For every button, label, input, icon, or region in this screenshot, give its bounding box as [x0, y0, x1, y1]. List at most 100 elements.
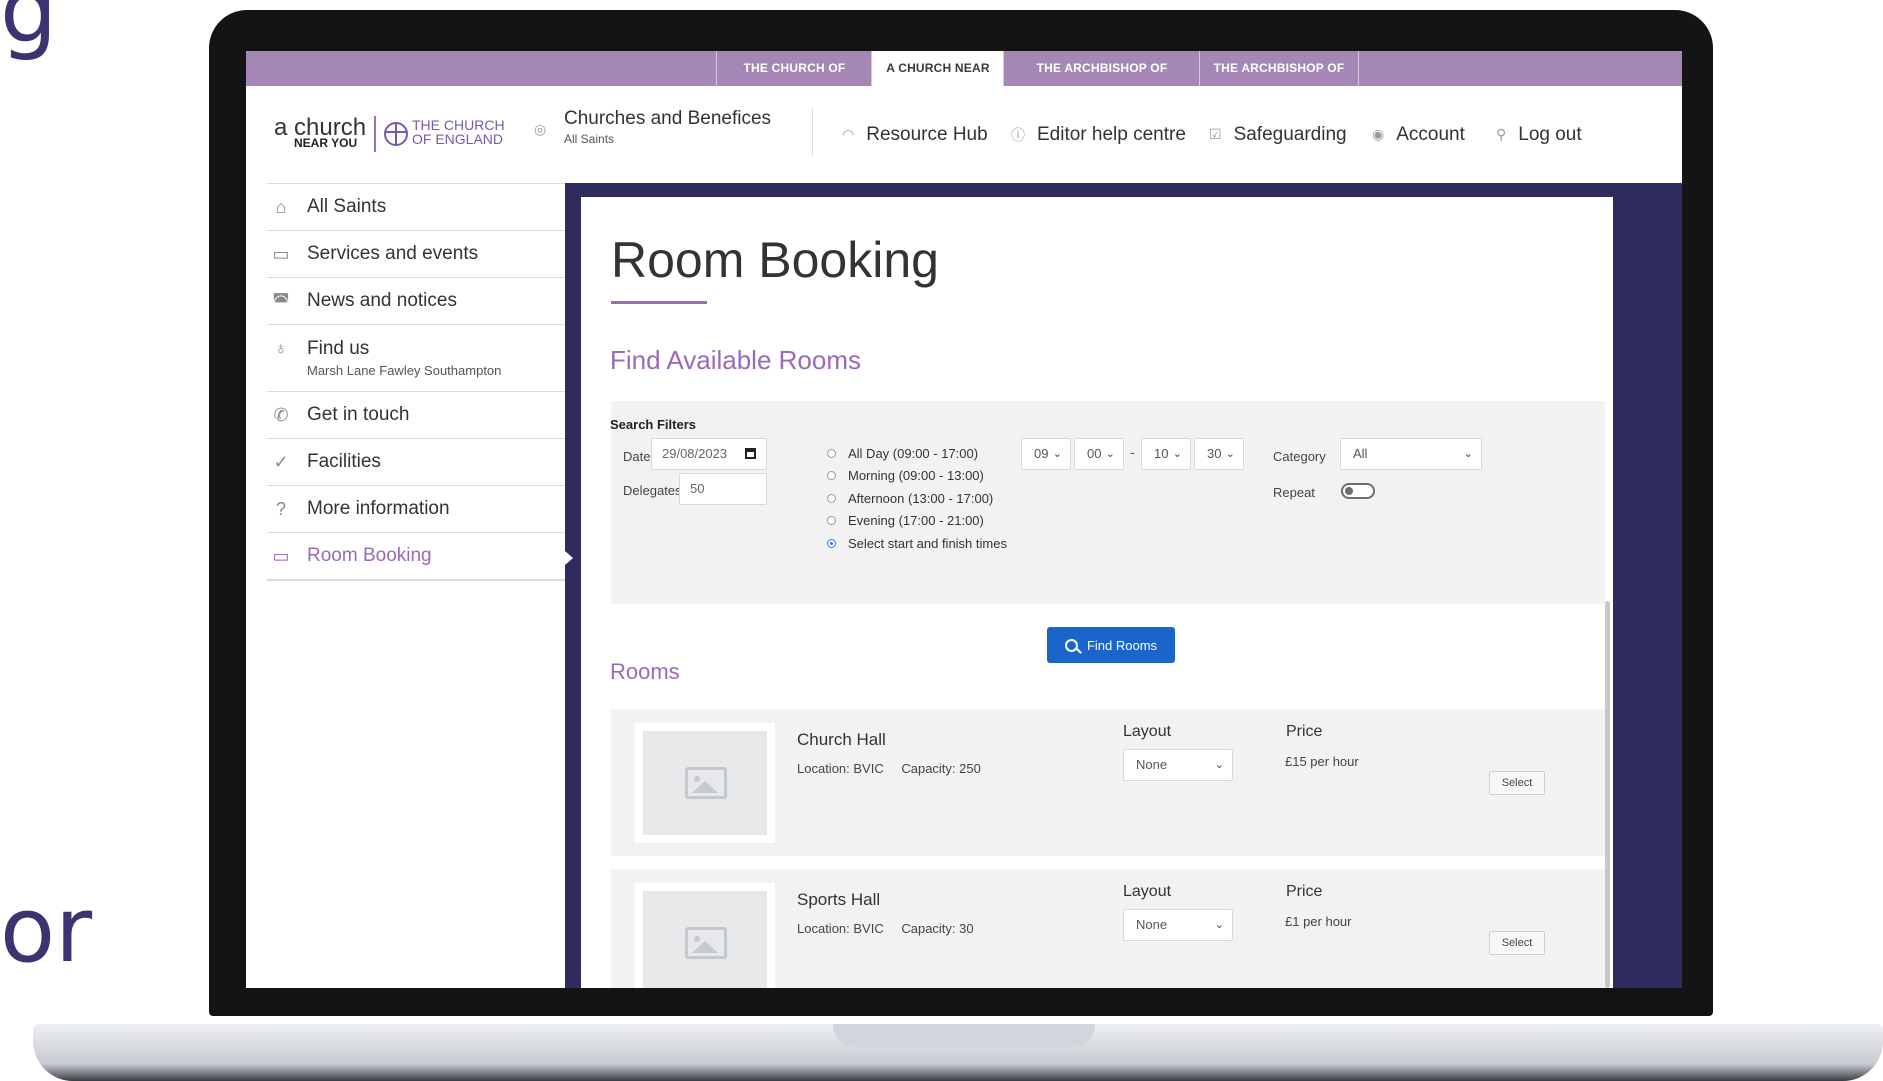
start-hour-value: 09: [1034, 446, 1049, 461]
radio-evening[interactable]: Evening (17:00 - 21:00): [827, 513, 984, 528]
tab-a-church-near-you[interactable]: A CHURCH NEAR YOU: [871, 51, 1004, 110]
end-hour-select[interactable]: 10 ⌄: [1141, 438, 1191, 470]
room-image: [635, 723, 775, 843]
repeat-label: Repeat: [1273, 485, 1315, 500]
sidebar-item-label: Services and events: [307, 243, 479, 264]
start-minute-value: 00: [1087, 446, 1102, 461]
date-label: Date: [623, 449, 651, 464]
radio-afternoon[interactable]: Afternoon (13:00 - 17:00): [827, 491, 993, 506]
map-pin-icon: ♁: [274, 338, 288, 358]
find-rooms-button[interactable]: Find Rooms: [1047, 627, 1175, 663]
room-price: £1 per hour: [1285, 914, 1352, 929]
nav-editor-help-centre[interactable]: ⓘ Editor help centre: [1011, 86, 1186, 183]
sidebar-item-room-booking[interactable]: ▭ Room Booking: [267, 532, 567, 581]
price-heading: Price: [1286, 883, 1323, 900]
chevron-down-icon: ⌄: [1463, 448, 1473, 460]
date-field[interactable]: 29/08/2023: [651, 438, 767, 470]
toggle-knob: [1345, 487, 1353, 495]
tab-archbishop-york[interactable]: THE ARCHBISHOP OF YORK: [1199, 51, 1359, 110]
chevron-down-icon: ⌄: [1214, 919, 1224, 931]
home-icon: ⌂: [275, 196, 287, 217]
sidebar-item-label: All Saints: [307, 196, 387, 217]
churches-link-subtitle: All Saints: [564, 132, 615, 146]
category-value: All: [1353, 446, 1368, 461]
nav-resource-hub[interactable]: ◠ Resource Hub: [842, 86, 988, 183]
start-hour-select[interactable]: 09 ⌄: [1021, 438, 1071, 470]
nav-resource-hub-label: Resource Hub: [866, 123, 988, 145]
calendar-picker-icon[interactable]: [745, 448, 756, 459]
category-select[interactable]: All ⌄: [1340, 438, 1482, 470]
nav-account[interactable]: ◉ Account: [1372, 86, 1465, 183]
sidebar-item-facilities[interactable]: ✓ Facilities: [267, 438, 567, 485]
layout-select[interactable]: None ⌄: [1123, 909, 1233, 941]
start-minute-select[interactable]: 00 ⌄: [1074, 438, 1124, 470]
radio-label: All Day (09:00 - 17:00): [848, 446, 979, 461]
tab-archbishop-canterbury[interactable]: THE ARCHBISHOP OF CANTERBURY: [1003, 51, 1200, 110]
select-room-button[interactable]: Select: [1489, 771, 1545, 795]
search-icon: [1064, 638, 1078, 652]
radio-select-times[interactable]: Select start and finish times: [827, 536, 1007, 551]
churches-link-title: Churches and Benefices: [564, 108, 772, 129]
radio-button-selected[interactable]: [827, 539, 836, 548]
room-image: [635, 883, 775, 988]
sidebar-item-services-and-events[interactable]: ▭ Services and events: [267, 230, 567, 277]
select-room-button[interactable]: Select: [1489, 931, 1545, 955]
nav-log-out[interactable]: ⚲ Log out: [1496, 86, 1582, 183]
room-price: £15 per hour: [1285, 754, 1359, 769]
sidebar-item-find-us[interactable]: ♁ Find us Marsh Lane Fawley Southampton: [267, 324, 567, 391]
image-placeholder-icon: [685, 767, 727, 799]
site-network-bar: THE CHURCH OF ENGLAND A CHURCH NEAR YOU …: [246, 51, 1682, 110]
price-heading: Price: [1286, 723, 1323, 740]
radio-button[interactable]: [827, 516, 836, 525]
background-text-fragment: or: [0, 878, 93, 983]
find-rooms-label: Find Rooms: [1086, 637, 1158, 653]
background-heading-fragment: g: [0, 0, 58, 63]
sidebar-item-label: Get in touch: [307, 404, 410, 425]
sidebar-item-all-saints[interactable]: ⌂ All Saints: [267, 183, 567, 230]
calendar-icon: ▭: [272, 545, 290, 566]
date-value: 29/08/2023: [662, 446, 728, 461]
rainbow-icon: ◠: [842, 126, 855, 142]
radio-label: Afternoon (13:00 - 17:00): [848, 491, 994, 506]
sidebar-collapse-arrow-icon[interactable]: [565, 551, 573, 565]
chevron-down-icon: ⌄: [1052, 448, 1062, 460]
tab-church-of-england[interactable]: THE CHURCH OF ENGLAND: [716, 51, 872, 110]
sidebar-item-label: More information: [307, 498, 450, 519]
radio-button[interactable]: [827, 471, 836, 480]
chevron-down-icon: ⌄: [1105, 448, 1115, 460]
browser-screen: THE CHURCH OF ENGLAND A CHURCH NEAR YOU …: [246, 51, 1682, 988]
panel-scrollbar[interactable]: [1605, 601, 1610, 988]
repeat-toggle[interactable]: [1341, 483, 1375, 499]
room-meta: Location: BVIC Capacity: 250: [797, 761, 995, 776]
radio-button[interactable]: [827, 449, 836, 458]
sidebar-item-news-and-notices[interactable]: ◚ News and notices: [267, 277, 567, 324]
radio-morning[interactable]: Morning (09:00 - 13:00): [827, 468, 984, 483]
time-range-separator: -: [1130, 444, 1135, 460]
title-underline: [611, 301, 707, 304]
nav-safeguarding[interactable]: ☑ Safeguarding: [1209, 86, 1347, 183]
room-location: Location: BVIC: [797, 761, 884, 776]
room-card-sports-hall: Sports Hall Location: BVIC Capacity: 30 …: [611, 869, 1605, 988]
category-label: Category: [1273, 449, 1326, 464]
sidebar-item-get-in-touch[interactable]: ✆ Get in touch: [267, 391, 567, 438]
radio-label: Select start and finish times: [848, 536, 1007, 551]
layout-select[interactable]: None ⌄: [1123, 749, 1233, 781]
sidebar-item-label: News and notices: [307, 290, 457, 311]
image-placeholder-icon: [685, 927, 727, 959]
question-circle-icon: ?: [275, 498, 286, 519]
end-minute-select[interactable]: 30 ⌄: [1194, 438, 1244, 470]
sidebar-item-more-information[interactable]: ? More information: [267, 485, 567, 532]
room-location: Location: BVIC: [797, 921, 884, 936]
nav-account-label: Account: [1396, 123, 1465, 145]
sidebar-item-label: Facilities: [307, 451, 381, 472]
room-capacity: Capacity: 250: [901, 761, 981, 776]
church-of-england-logo-icon: [384, 122, 408, 146]
sidebar-item-label: Room Booking: [307, 545, 432, 566]
chevron-down-icon: ⌄: [1225, 448, 1235, 460]
radio-button[interactable]: [827, 494, 836, 503]
radio-all-day[interactable]: All Day (09:00 - 17:00): [827, 446, 978, 461]
layout-value: None: [1136, 757, 1168, 772]
end-minute-value: 30: [1207, 446, 1222, 461]
delegates-field[interactable]: 50: [679, 473, 767, 505]
churches-and-benefices-link[interactable]: ◎ Churches and Benefices All Saints: [534, 108, 772, 146]
